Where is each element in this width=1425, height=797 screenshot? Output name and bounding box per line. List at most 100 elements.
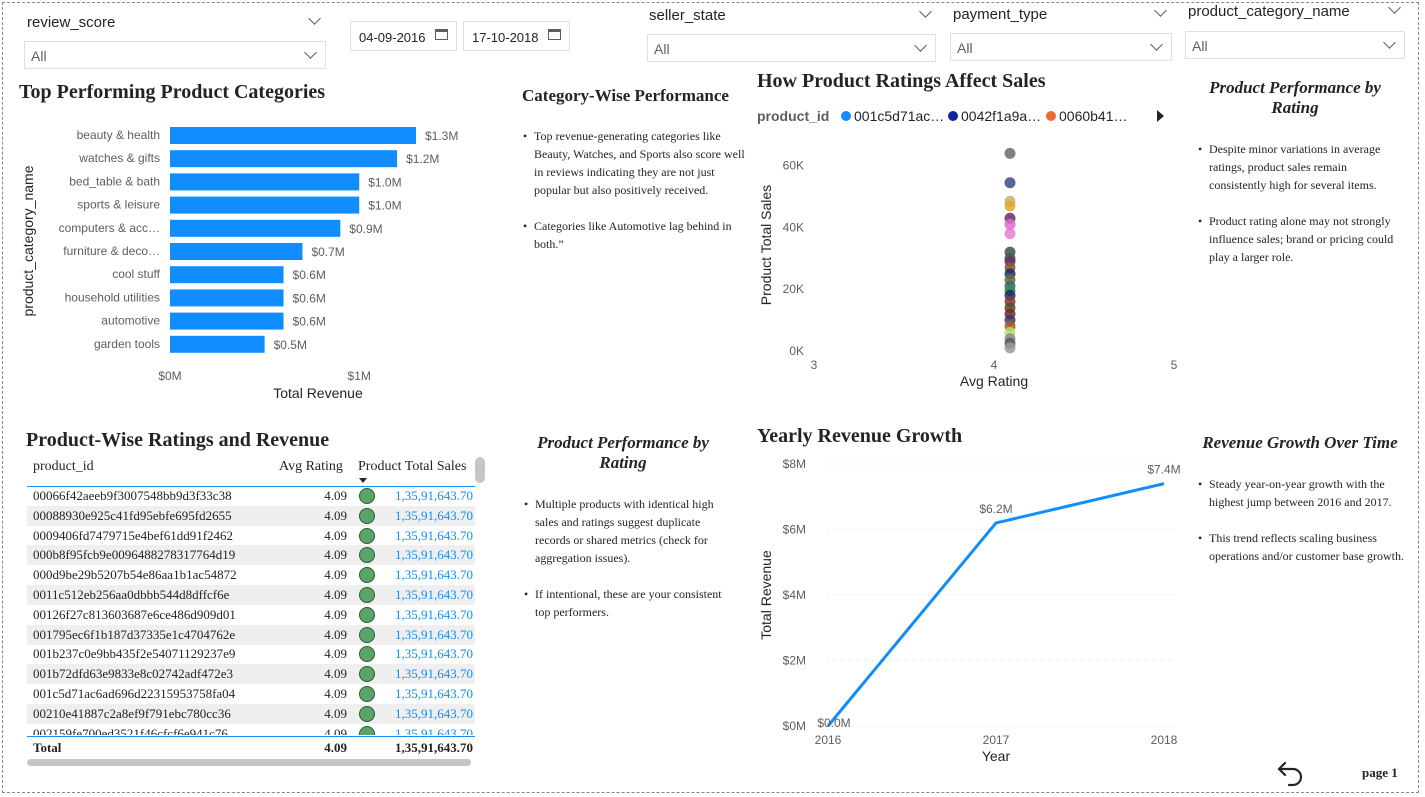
bullet-item: Multiple products with identical high sa… bbox=[524, 495, 738, 567]
bar[interactable] bbox=[170, 219, 341, 237]
table-row[interactable]: 000b8f95fcb9e0096488278317764d19 4.09 1,35… bbox=[27, 545, 475, 566]
rating-indicator-icon bbox=[359, 507, 375, 524]
legend-item[interactable]: 0042f1a9a… bbox=[948, 108, 1041, 124]
undo-arrow-icon[interactable] bbox=[1276, 757, 1306, 789]
seller-state-dropdown[interactable]: All bbox=[647, 34, 936, 62]
table-row[interactable]: 001b72dfd63e9833e8c02742adf472e3 4.09 1,35… bbox=[27, 664, 475, 685]
table-row[interactable]: 001b237c0e9bb435f2e54071129237e9 4.09 1,35… bbox=[27, 644, 475, 664]
start-date-input[interactable]: 04-09-2016 bbox=[350, 21, 457, 51]
bar[interactable] bbox=[170, 266, 284, 284]
column-header-product-id[interactable]: product_id bbox=[33, 459, 94, 475]
avg-rating-cell: 4.09 bbox=[324, 488, 347, 503]
x-tick-label: 4 bbox=[991, 358, 998, 372]
table-row[interactable]: 002159fe700ed3521f46cfcf6e941c76 4.09 1,35… bbox=[27, 724, 475, 735]
bar[interactable] bbox=[170, 335, 265, 353]
rating-indicator-icon bbox=[359, 587, 375, 603]
product-ratings-table[interactable]: product_id Avg Rating Product Total Sale… bbox=[27, 457, 487, 767]
revenue-line[interactable] bbox=[826, 482, 1165, 727]
payment-type-dropdown[interactable]: All bbox=[950, 33, 1172, 61]
calendar-icon[interactable] bbox=[435, 29, 448, 40]
table-row[interactable]: 00210e41887c2a8ef9f791ebc780cc36 4.09 1,35… bbox=[27, 703, 475, 724]
yearly-revenue-line-chart[interactable]: Total Revenue $0M $2M $4M $6M $8M 2016 2017 201… bbox=[752, 450, 1192, 770]
bullet-item: Despite minor variations in average rati… bbox=[1198, 140, 1406, 194]
bar[interactable] bbox=[170, 150, 398, 168]
chevron-down-icon bbox=[304, 46, 317, 59]
total-sales-cell[interactable]: 1,35,91,643.70 bbox=[395, 488, 473, 504]
total-sales-cell[interactable]: 1,35,91,643.70 bbox=[395, 547, 473, 563]
table-row[interactable]: 00088930e925c41fd95ebfe695fd2655 4.09 1,35… bbox=[27, 505, 475, 526]
scatter-point[interactable] bbox=[1004, 228, 1016, 240]
product-id-cell: 0009406fd7479715e4bef61dd91f2462 bbox=[33, 527, 234, 543]
scatter-point[interactable] bbox=[1004, 147, 1016, 159]
legend-marker bbox=[948, 111, 958, 121]
y-tick-label: $2M bbox=[783, 654, 806, 668]
y-tick-label: 0K bbox=[789, 344, 804, 358]
category-text-body: Top revenue-generating categories like B… bbox=[523, 127, 745, 271]
table-row[interactable]: 0011c512eb256aa0dbbb544d8dffcf6e 4.09 1,35… bbox=[27, 585, 475, 605]
product-id-cell: 00210e41887c2a8ef9f791ebc780cc36 bbox=[33, 705, 231, 721]
growth-text-body: Steady year-on-year growth with the high… bbox=[1198, 475, 1412, 583]
review-score-slicer-title: review_score bbox=[27, 14, 116, 31]
x-axis-title: Avg Rating bbox=[960, 373, 1028, 389]
table-row[interactable]: 001c5d71ac6ad696d22315953758fa04 4.09 1,35… bbox=[27, 684, 475, 704]
total-sales-cell[interactable]: 1,35,91,643.70 bbox=[395, 686, 473, 702]
total-sales-cell[interactable]: 1,35,91,643.70 bbox=[395, 666, 473, 682]
bar[interactable] bbox=[170, 312, 284, 330]
total-sales-cell[interactable]: 1,35,91,643.70 bbox=[395, 528, 473, 544]
total-sales-cell[interactable]: 1,35,91,643.70 bbox=[395, 607, 473, 623]
product-id-cell: 002159fe700ed3521f46cfcf6e941c76 bbox=[33, 725, 228, 735]
bar[interactable] bbox=[170, 243, 303, 260]
bar[interactable] bbox=[170, 173, 360, 191]
total-label: Total bbox=[33, 740, 62, 755]
table-row[interactable]: 001795ec6f1b187d37335e1c4704762e 4.09 1,35… bbox=[27, 624, 475, 645]
total-sales: 1,35,91,643.70 bbox=[395, 740, 473, 755]
rating-indicator-icon bbox=[359, 686, 375, 702]
avg-rating-cell: 4.09 bbox=[324, 725, 347, 735]
x-tick-label: 5 bbox=[1171, 358, 1178, 372]
bar-data-label: $0.6M bbox=[293, 315, 326, 329]
table-row[interactable]: 000d9be29b5207b54e86aa1b1ac54872 4.09 1,35… bbox=[27, 565, 475, 585]
review-score-dropdown[interactable]: All bbox=[24, 41, 326, 69]
bar[interactable] bbox=[170, 196, 360, 214]
total-sales-cell[interactable]: 1,35,91,643.70 bbox=[395, 508, 473, 524]
review-score-value: All bbox=[31, 48, 47, 64]
total-sales-cell[interactable]: 1,35,91,643.70 bbox=[395, 627, 473, 643]
total-sales-cell[interactable]: 1,35,91,643.70 bbox=[395, 646, 473, 662]
table-row[interactable]: 00126f27c813603687e6ce486d909d01 4.09 1,35… bbox=[27, 605, 475, 625]
legend-item[interactable]: 0060b41… bbox=[1046, 108, 1128, 124]
legend-next-arrow-icon[interactable] bbox=[1157, 110, 1164, 122]
seller-state-slicer-title: seller_state bbox=[649, 7, 726, 24]
table-row[interactable]: 00066f42aeeb9f3007548bb9d3f33c38 4.09 1,35… bbox=[27, 486, 475, 506]
sort-descending-icon[interactable] bbox=[359, 478, 367, 483]
column-header-avg-rating[interactable]: Avg Rating bbox=[279, 459, 343, 475]
end-date-value: 17-10-2018 bbox=[472, 30, 539, 45]
bar[interactable] bbox=[170, 127, 416, 144]
legend-item[interactable]: 001c5d71ac… bbox=[841, 108, 944, 124]
scatter-point[interactable] bbox=[1004, 177, 1016, 189]
horizontal-scrollbar[interactable] bbox=[27, 759, 471, 766]
scatter-point[interactable] bbox=[1004, 342, 1016, 354]
column-header-total-sales[interactable]: Product Total Sales bbox=[358, 459, 466, 475]
rating-indicator-icon bbox=[359, 626, 375, 643]
product-category-slicer-title: product_category_name bbox=[1188, 3, 1350, 20]
calendar-icon[interactable] bbox=[548, 29, 561, 40]
scatter-point[interactable] bbox=[1004, 200, 1016, 212]
line-data-label: $6.2M bbox=[979, 502, 1012, 516]
scatter-legend: product_id 001c5d71ac… 0042f1a9a… 0060b4… bbox=[757, 106, 1177, 126]
vertical-scrollbar[interactable] bbox=[475, 457, 485, 483]
total-sales-cell[interactable]: 1,35,91,643.70 bbox=[395, 567, 473, 583]
total-sales-cell[interactable]: 1,35,91,643.70 bbox=[395, 726, 473, 735]
bar[interactable] bbox=[170, 289, 284, 307]
y-axis-title: Product Total Sales bbox=[758, 185, 774, 305]
page-label: page 1 bbox=[1362, 765, 1398, 780]
avg-rating-cell: 4.09 bbox=[324, 587, 347, 602]
end-date-input[interactable]: 17-10-2018 bbox=[463, 21, 570, 51]
rating-sales-scatter-chart[interactable]: Product Total Sales 0K 20K 40K 60K 3 4 5 Avg R… bbox=[752, 140, 1182, 395]
table-row[interactable]: 0009406fd7479715e4bef61dd91f2462 4.09 1,35… bbox=[27, 526, 475, 546]
total-sales-cell[interactable]: 1,35,91,643.70 bbox=[395, 706, 473, 722]
product-id-cell: 001c5d71ac6ad696d22315953758fa04 bbox=[33, 686, 236, 701]
y-tick-label: 20K bbox=[783, 282, 804, 296]
category-bar-chart[interactable]: product_category_name beauty & health $1.… bbox=[15, 115, 495, 405]
total-sales-cell[interactable]: 1,35,91,643.70 bbox=[395, 587, 473, 603]
product-category-dropdown[interactable]: All bbox=[1185, 31, 1405, 59]
